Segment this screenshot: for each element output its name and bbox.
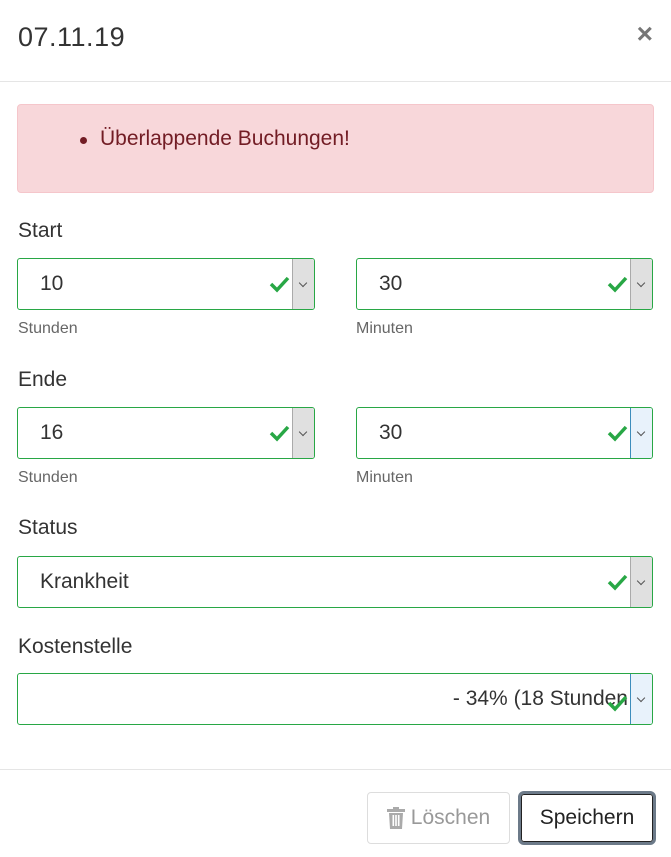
save-button[interactable]: Speichern [518,791,656,845]
start-label: Start [18,219,63,242]
delete-button-label: Löschen [410,806,491,829]
close-icon[interactable]: × [637,20,653,48]
modal-header: 07.11.19 × [0,0,671,82]
chevron-down-icon[interactable] [630,259,652,309]
trash-icon [386,807,405,829]
end-label: Ende [18,368,68,391]
start-hours-help: Stunden [18,320,78,337]
chevron-down-icon[interactable] [630,674,652,724]
check-icon [607,574,628,591]
end-minutes-value: 30 [379,421,403,444]
check-icon [269,425,290,442]
end-minutes-select[interactable]: 30 [356,407,653,459]
error-alert: Überlappende Buchungen! [17,104,654,193]
start-hours-value: 10 [40,272,64,295]
error-item: Überlappende Buchungen! [80,127,350,150]
cost-center-value: - 34% (18 Stunden [452,687,628,710]
chevron-down-icon[interactable] [292,259,314,309]
start-minutes-value: 30 [379,272,403,295]
check-icon [607,276,628,293]
modal-title: 07.11.19 [18,22,126,52]
cost-center-select[interactable]: - 34% (18 Stunden [17,673,653,725]
cost-center-label: Kostenstelle [18,635,133,658]
end-hours-select[interactable]: 16 [17,407,315,459]
start-minutes-help: Minuten [356,320,413,337]
check-icon [607,425,628,442]
start-hours-select[interactable]: 10 [17,258,315,310]
chevron-down-icon[interactable] [630,557,652,607]
start-minutes-select[interactable]: 30 [356,258,653,310]
chevron-down-icon[interactable] [292,408,314,458]
check-icon [269,276,290,293]
save-button-label: Speichern [539,806,635,829]
status-value: Krankheit [40,570,129,593]
end-minutes-help: Minuten [356,469,413,486]
status-select[interactable]: Krankheit [17,556,653,608]
status-label: Status [18,516,78,539]
delete-button[interactable]: Löschen [367,792,510,844]
error-list: Überlappende Buchungen! [80,127,350,151]
chevron-down-icon[interactable] [630,408,652,458]
check-icon [607,695,628,712]
end-hours-value: 16 [40,421,64,444]
end-hours-help: Stunden [18,469,78,486]
